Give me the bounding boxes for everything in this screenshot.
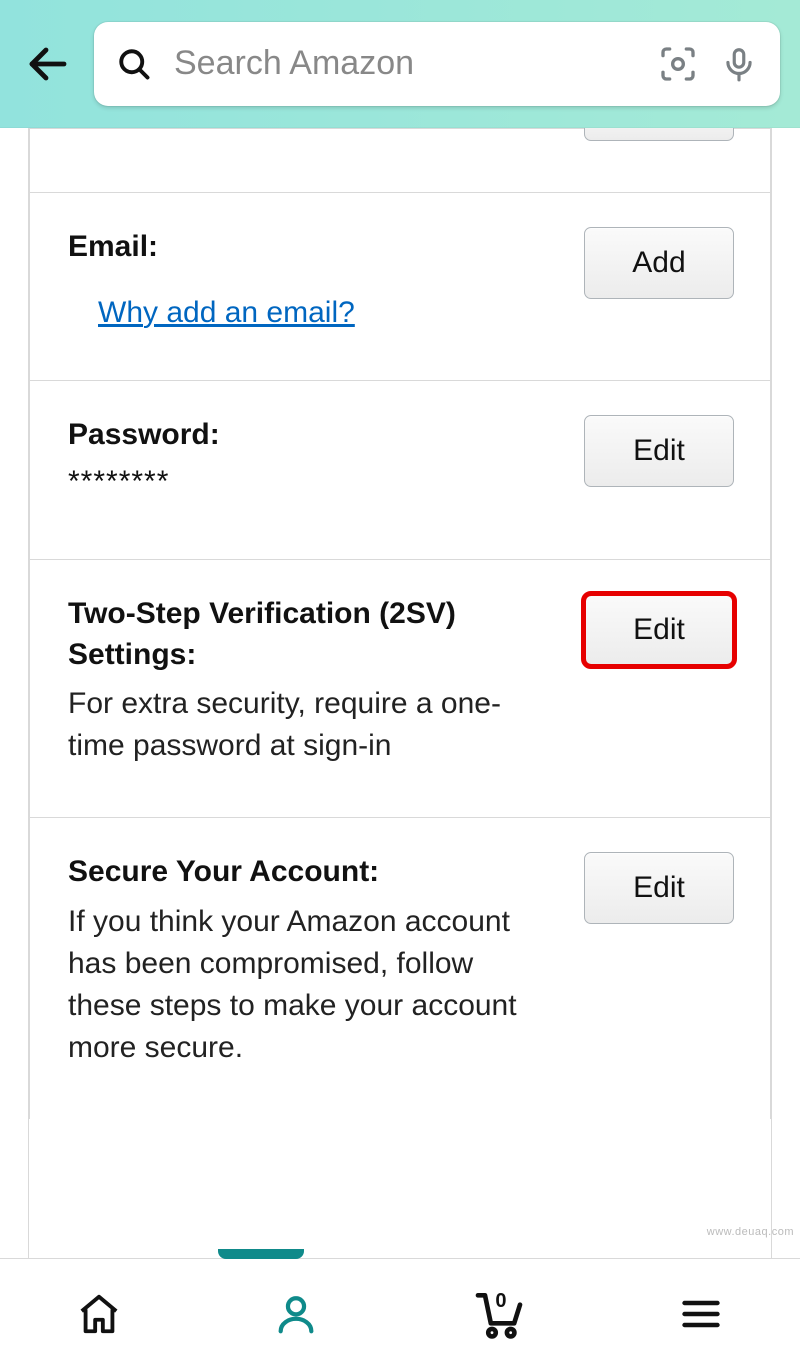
settings-content: Email: Why add an email? Add Password: *… bbox=[28, 128, 772, 1258]
email-row: Email: Why add an email? Add bbox=[30, 193, 770, 381]
hamburger-menu-icon bbox=[679, 1292, 723, 1336]
watermark: www.deuaq.com bbox=[707, 1226, 794, 1238]
edit-two-step-button[interactable]: Edit bbox=[584, 594, 734, 666]
secure-account-description: If you think your Amazon account has bee… bbox=[68, 901, 528, 1069]
two-step-description: For extra security, require a one-time p… bbox=[68, 683, 528, 767]
secure-account-label: Secure Your Account: bbox=[68, 852, 560, 893]
secure-account-row: Secure Your Account: If you think your A… bbox=[30, 818, 770, 1119]
user-icon bbox=[273, 1291, 319, 1337]
nav-home[interactable] bbox=[69, 1284, 129, 1344]
nav-account[interactable] bbox=[266, 1284, 326, 1344]
password-row: Password: ******** Edit bbox=[30, 381, 770, 561]
back-button[interactable] bbox=[20, 36, 76, 92]
add-email-button[interactable]: Add bbox=[584, 227, 734, 299]
search-icon bbox=[116, 46, 152, 82]
two-step-row: Two-Step Verification (2SV) Settings: Fo… bbox=[30, 560, 770, 818]
edit-password-button[interactable]: Edit bbox=[584, 415, 734, 487]
two-step-label: Two-Step Verification (2SV) Settings: bbox=[68, 594, 560, 675]
active-tab-indicator bbox=[218, 1249, 304, 1259]
why-add-email-link[interactable]: Why add an email? bbox=[68, 296, 560, 330]
bottom-nav: 0 bbox=[0, 1258, 800, 1368]
microphone-icon[interactable] bbox=[720, 45, 758, 83]
cart-count-badge: 0 bbox=[495, 1290, 506, 1313]
search-bar[interactable]: Search Amazon bbox=[94, 22, 780, 106]
nav-cart[interactable]: 0 bbox=[464, 1284, 534, 1344]
email-label: Email: bbox=[68, 227, 560, 268]
password-value: ******** bbox=[68, 465, 560, 499]
arrow-left-icon bbox=[24, 40, 72, 88]
nav-menu[interactable] bbox=[671, 1284, 731, 1344]
partial-button[interactable] bbox=[584, 128, 734, 141]
camera-scan-icon[interactable] bbox=[658, 44, 698, 84]
edit-secure-account-button[interactable]: Edit bbox=[584, 852, 734, 924]
app-header: Search Amazon bbox=[0, 0, 800, 128]
settings-list: Email: Why add an email? Add Password: *… bbox=[29, 128, 771, 1119]
password-label: Password: bbox=[68, 415, 560, 456]
partial-row-above bbox=[30, 129, 770, 193]
search-placeholder: Search Amazon bbox=[174, 44, 636, 83]
home-icon bbox=[76, 1291, 122, 1337]
